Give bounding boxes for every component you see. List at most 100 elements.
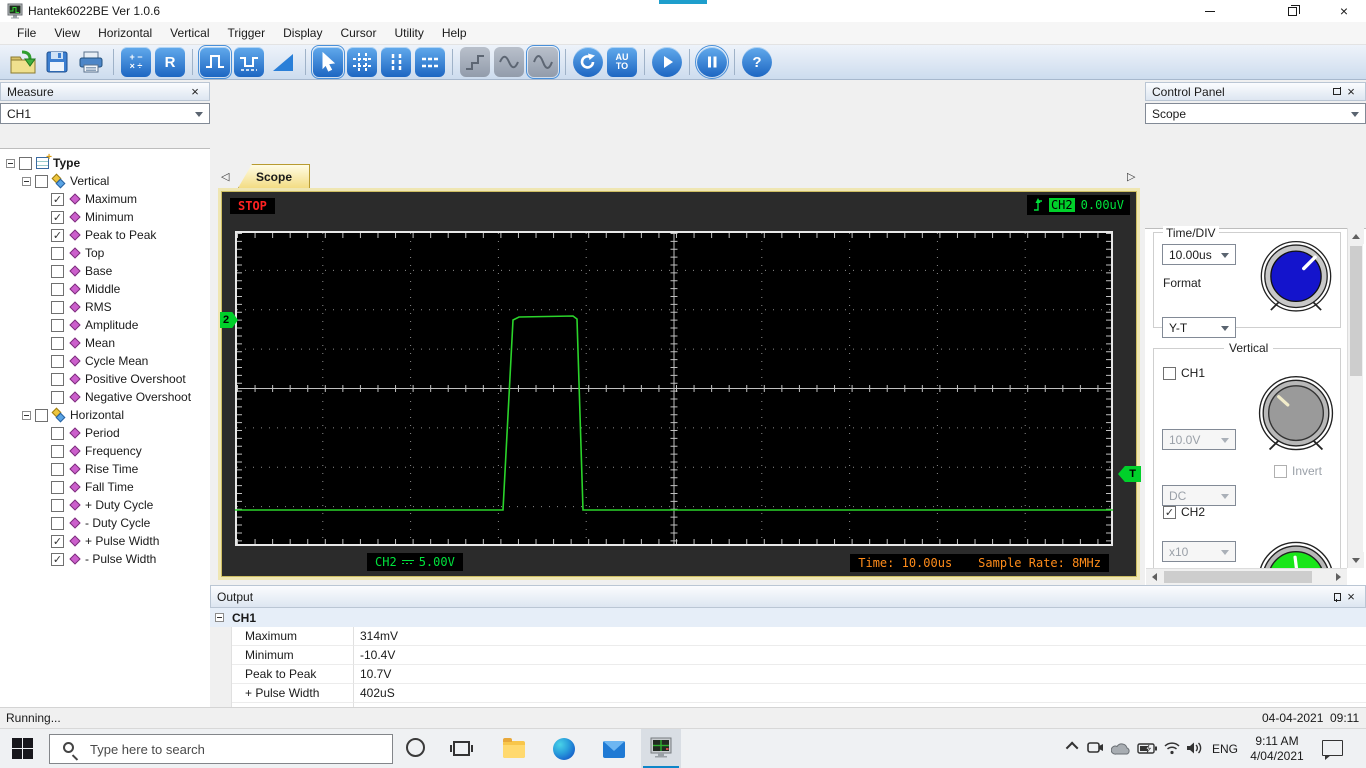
output-row-minimum[interactable]: Minimum -10.4V (210, 646, 1366, 665)
tree-item-frequency[interactable]: Frequency (0, 442, 210, 460)
checkbox-icon[interactable] (51, 336, 64, 350)
ch1-invert-checkbox[interactable]: Invert (1274, 464, 1322, 478)
menu-cursor[interactable]: Cursor (331, 23, 385, 43)
checkbox-icon[interactable] (51, 444, 64, 458)
file-explorer-button[interactable] (503, 738, 525, 758)
start-button[interactable] (652, 47, 682, 77)
taskbar-search-input[interactable]: Type here to search (49, 734, 393, 764)
tree-item-pulse-width[interactable]: ✓ - Pulse Width (0, 550, 210, 568)
tab-scroll-left[interactable]: ◁ (221, 170, 229, 183)
tree-item-fall-time[interactable]: Fall Time (0, 478, 210, 496)
tree-item-duty-cycle[interactable]: - Duty Cycle (0, 514, 210, 532)
checkbox-icon[interactable] (51, 246, 64, 260)
vertical-cursors-button[interactable] (381, 47, 411, 77)
expander-icon[interactable] (22, 176, 31, 186)
tree-item-top[interactable]: Top (0, 244, 210, 262)
minimize-button[interactable] (1188, 0, 1232, 22)
ramp-button[interactable] (268, 47, 298, 77)
checkbox-icon[interactable] (51, 264, 64, 278)
scroll-down-button[interactable] (1348, 552, 1364, 568)
edge-button[interactable] (553, 738, 575, 760)
tree-item-middle[interactable]: Middle (0, 280, 210, 298)
math-button[interactable]: + − × ÷ (121, 47, 151, 77)
pin-icon[interactable] (1331, 591, 1343, 603)
mail-button[interactable] (603, 741, 625, 758)
ch1-scale-select[interactable]: 10.0V (1162, 429, 1236, 450)
checkbox-icon[interactable] (51, 498, 64, 512)
tree-item-duty-cycle[interactable]: + Duty Cycle (0, 496, 210, 514)
output-group-row[interactable]: CH1 (210, 608, 1366, 627)
tree-item-cycle-mean[interactable]: Cycle Mean (0, 352, 210, 370)
tray-expand-button[interactable] (1065, 741, 1079, 755)
tree-item-mean[interactable]: Mean (0, 334, 210, 352)
sine-wave-button[interactable] (526, 45, 560, 79)
close-button[interactable]: × (1322, 0, 1366, 22)
tree-item-type[interactable]: Type (0, 152, 210, 172)
checkbox-icon[interactable]: ✓ (51, 228, 64, 242)
open-button[interactable] (8, 47, 38, 77)
tree-item-period[interactable]: Period (0, 424, 210, 442)
checkbox-icon[interactable] (35, 174, 48, 188)
checkbox-icon[interactable]: ✓ (51, 552, 64, 566)
format-select[interactable]: Y-T (1162, 317, 1236, 338)
checkbox-icon[interactable]: ✓ (51, 192, 64, 206)
time-div-knob[interactable] (1257, 238, 1335, 318)
scope-screen[interactable] (235, 231, 1113, 546)
notification-center-button[interactable] (1322, 740, 1343, 760)
meet-now-button[interactable] (1086, 741, 1104, 756)
language-indicator[interactable]: ENG (1212, 742, 1238, 756)
save-button[interactable] (42, 47, 72, 77)
expander-icon[interactable] (22, 410, 31, 420)
checkbox-icon[interactable] (51, 480, 64, 494)
help-button[interactable]: ? (742, 47, 772, 77)
tab-scope[interactable]: Scope (238, 164, 310, 188)
menu-file[interactable]: File (8, 23, 45, 43)
tree-item-horizontal[interactable]: Horizontal (0, 406, 210, 424)
time-div-select[interactable]: 10.00us (1162, 244, 1236, 265)
tree-item-maximum[interactable]: ✓ Maximum (0, 190, 210, 208)
print-button[interactable] (76, 47, 106, 77)
ch2-enable-checkbox[interactable]: ✓ CH2 (1163, 505, 1205, 519)
horizontal-cursors-button[interactable] (415, 47, 445, 77)
output-close-icon[interactable]: × (1343, 589, 1359, 604)
checkbox-icon[interactable] (51, 318, 64, 332)
checkbox-icon[interactable] (51, 516, 64, 530)
measure-close-icon[interactable]: × (187, 84, 203, 99)
auto-setup-button[interactable]: AU TO (607, 47, 637, 77)
output-row-maximum[interactable]: Maximum 314mV (210, 627, 1366, 646)
checkbox-icon[interactable] (19, 156, 32, 170)
pin-icon[interactable] (1331, 86, 1343, 98)
ch1-probe-select[interactable]: x10 (1162, 541, 1236, 562)
tree-item-pulse-width[interactable]: ✓ + Pulse Width (0, 532, 210, 550)
cortana-button[interactable] (406, 738, 425, 757)
menu-trigger[interactable]: Trigger (219, 23, 275, 43)
menu-utility[interactable]: Utility (385, 23, 432, 43)
expander-icon[interactable] (6, 158, 15, 168)
refresh-button[interactable] (573, 47, 603, 77)
onedrive-button[interactable] (1111, 742, 1131, 755)
ch1-coupling-select[interactable]: DC (1162, 485, 1236, 506)
positive-pulse-button[interactable] (198, 45, 232, 79)
ch1-position-knob[interactable] (1255, 373, 1337, 455)
tree-item-amplitude[interactable]: Amplitude (0, 316, 210, 334)
step-wave-button[interactable] (460, 47, 490, 77)
menu-view[interactable]: View (45, 23, 89, 43)
checkbox-icon[interactable] (51, 372, 64, 386)
checkbox-icon[interactable] (51, 426, 64, 440)
scrollbar-thumb[interactable] (1350, 246, 1362, 376)
ch1-enable-checkbox[interactable]: CH1 (1163, 366, 1205, 380)
wifi-button[interactable] (1163, 741, 1181, 755)
negative-pulse-button[interactable] (234, 47, 264, 77)
output-row-peak-to-peak[interactable]: Peak to Peak 10.7V (210, 665, 1366, 684)
tree-item-positive-overshoot[interactable]: Positive Overshoot (0, 370, 210, 388)
output-row-pulse-width[interactable]: + Pulse Width 402uS (210, 684, 1366, 703)
reference-button[interactable]: R (155, 47, 185, 77)
volume-button[interactable] (1186, 741, 1204, 755)
checkbox-icon[interactable] (51, 390, 64, 404)
tree-item-base[interactable]: Base (0, 262, 210, 280)
scroll-left-button[interactable] (1146, 569, 1162, 585)
control-vertical-scrollbar[interactable] (1347, 228, 1364, 568)
scroll-right-button[interactable] (1330, 569, 1346, 585)
checkbox-icon[interactable] (51, 462, 64, 476)
trigger-level-marker[interactable]: T (1118, 466, 1141, 482)
